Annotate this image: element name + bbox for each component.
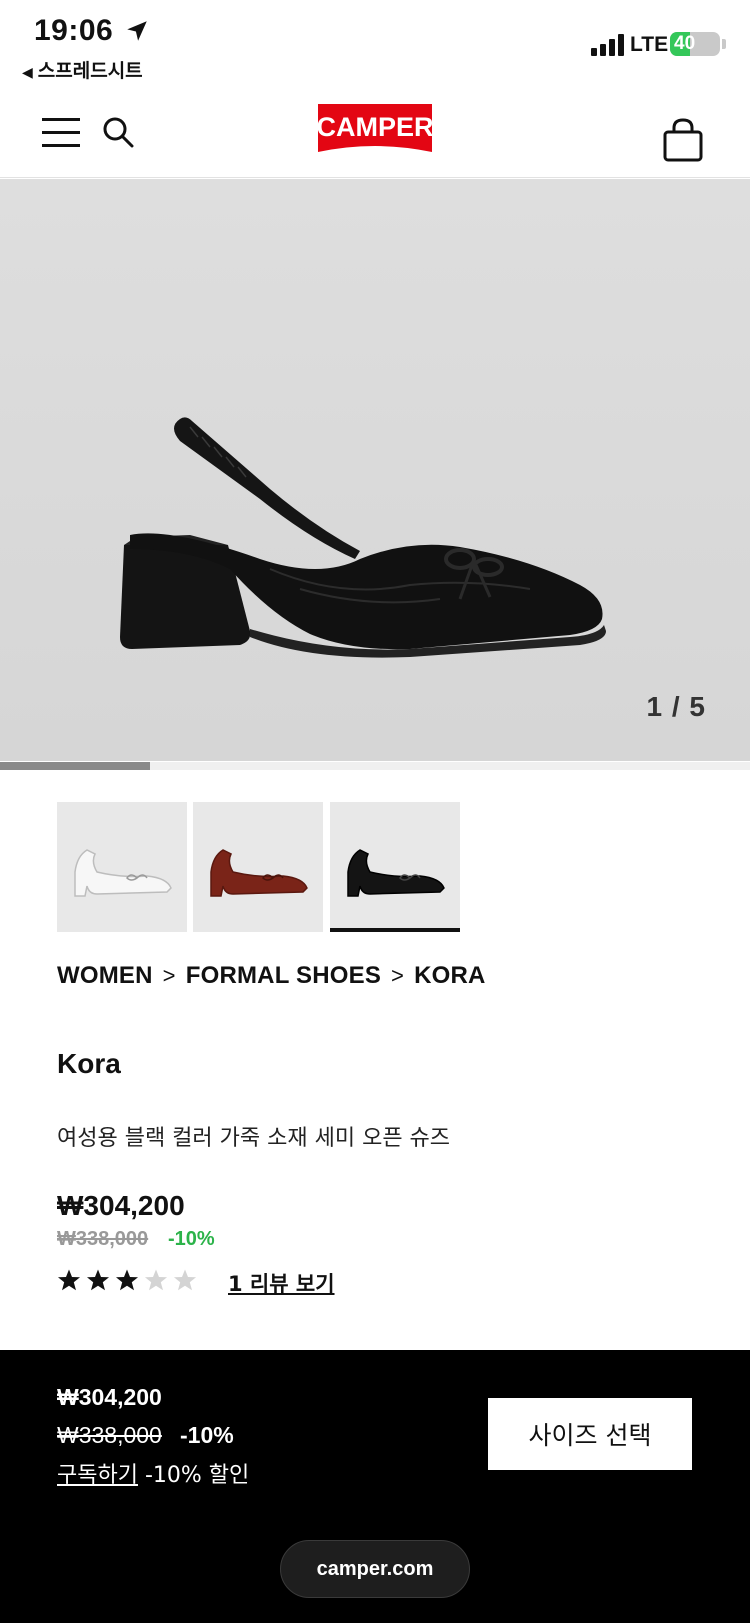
product-image-carousel[interactable]: 1 / 5 <box>0 179 750 761</box>
breadcrumb-separator: > <box>162 963 176 988</box>
select-size-button[interactable]: 사이즈 선택 <box>488 1398 692 1470</box>
breadcrumb-formal-shoes[interactable]: FORMAL SHOES <box>186 962 381 990</box>
back-triangle-icon: ◀ <box>22 65 33 81</box>
hamburger-menu-icon[interactable] <box>42 116 80 148</box>
thumbnail-black[interactable] <box>330 802 460 932</box>
product-price: ₩304,200 <box>57 1190 185 1221</box>
status-time: 19:06 <box>34 14 114 47</box>
subscribe-discount-text: -10% 할인 <box>144 1463 250 1488</box>
purchase-bar: ₩304,200 ₩338,000 -10% 구독하기 -10% 할인 사이즈 … <box>0 1350 750 1623</box>
subscribe-link[interactable]: 구독하기 <box>57 1463 138 1488</box>
star-filled-icon <box>116 1269 138 1291</box>
breadcrumb-kora[interactable]: KORA <box>414 962 485 990</box>
image-counter: 1 / 5 <box>646 691 706 722</box>
carousel-progress-fill <box>0 762 150 770</box>
shopping-bag-icon[interactable] <box>662 118 704 162</box>
back-to-app[interactable]: ◀ 스프레드시트 <box>22 56 143 83</box>
logo-text: CAMPER <box>316 112 433 142</box>
rating-stars <box>57 1268 197 1292</box>
product-name: Kora <box>57 1048 121 1079</box>
star-empty-icon <box>174 1269 196 1291</box>
breadcrumb-women[interactable]: WOMEN <box>57 962 153 990</box>
star-filled-icon <box>58 1269 80 1291</box>
network-type: LTE <box>630 33 669 56</box>
breadcrumb-separator: > <box>391 963 405 988</box>
star-empty-icon <box>145 1269 167 1291</box>
battery-nub <box>722 39 726 49</box>
brown-shoe-image <box>210 849 308 897</box>
site-header: CAMPER <box>0 88 750 178</box>
signal-icon <box>591 34 624 56</box>
product-description: 여성용 블랙 컬러 가죽 소재 세미 오픈 슈즈 <box>57 1126 451 1151</box>
thumbnail-white[interactable] <box>57 802 187 932</box>
breadcrumb: WOMEN > FORMAL SHOES > KORA <box>57 962 486 990</box>
location-arrow-icon <box>127 21 147 41</box>
camper-logo[interactable]: CAMPER <box>316 100 434 160</box>
black-shoe-image <box>347 849 445 897</box>
browser-url-pill[interactable]: camper.com <box>280 1540 470 1598</box>
back-app-label: 스프레드시트 <box>37 60 143 82</box>
thumbnail-brown[interactable] <box>193 802 323 932</box>
status-bar: 19:06 ◀ 스프레드시트 LTE 40 <box>0 0 750 88</box>
subscribe-offer: 구독하기 -10% 할인 <box>57 1457 249 1489</box>
review-link[interactable]: 1 리뷰 보기 <box>228 1268 335 1298</box>
product-shoe-image <box>120 417 606 658</box>
battery-level: 40 <box>674 33 696 54</box>
original-price: ₩338,000 <box>57 1228 149 1250</box>
star-filled-icon <box>87 1269 109 1291</box>
bottom-discount: -10% <box>180 1422 234 1448</box>
white-shoe-image <box>74 849 172 897</box>
discount-badge: -10% <box>168 1228 215 1250</box>
search-icon[interactable] <box>102 116 134 148</box>
carousel-progress <box>0 762 750 770</box>
bottom-original-price: ₩338,000 <box>57 1422 162 1448</box>
battery-icon: 40 <box>670 32 720 56</box>
bottom-price: ₩304,200 <box>57 1384 162 1410</box>
